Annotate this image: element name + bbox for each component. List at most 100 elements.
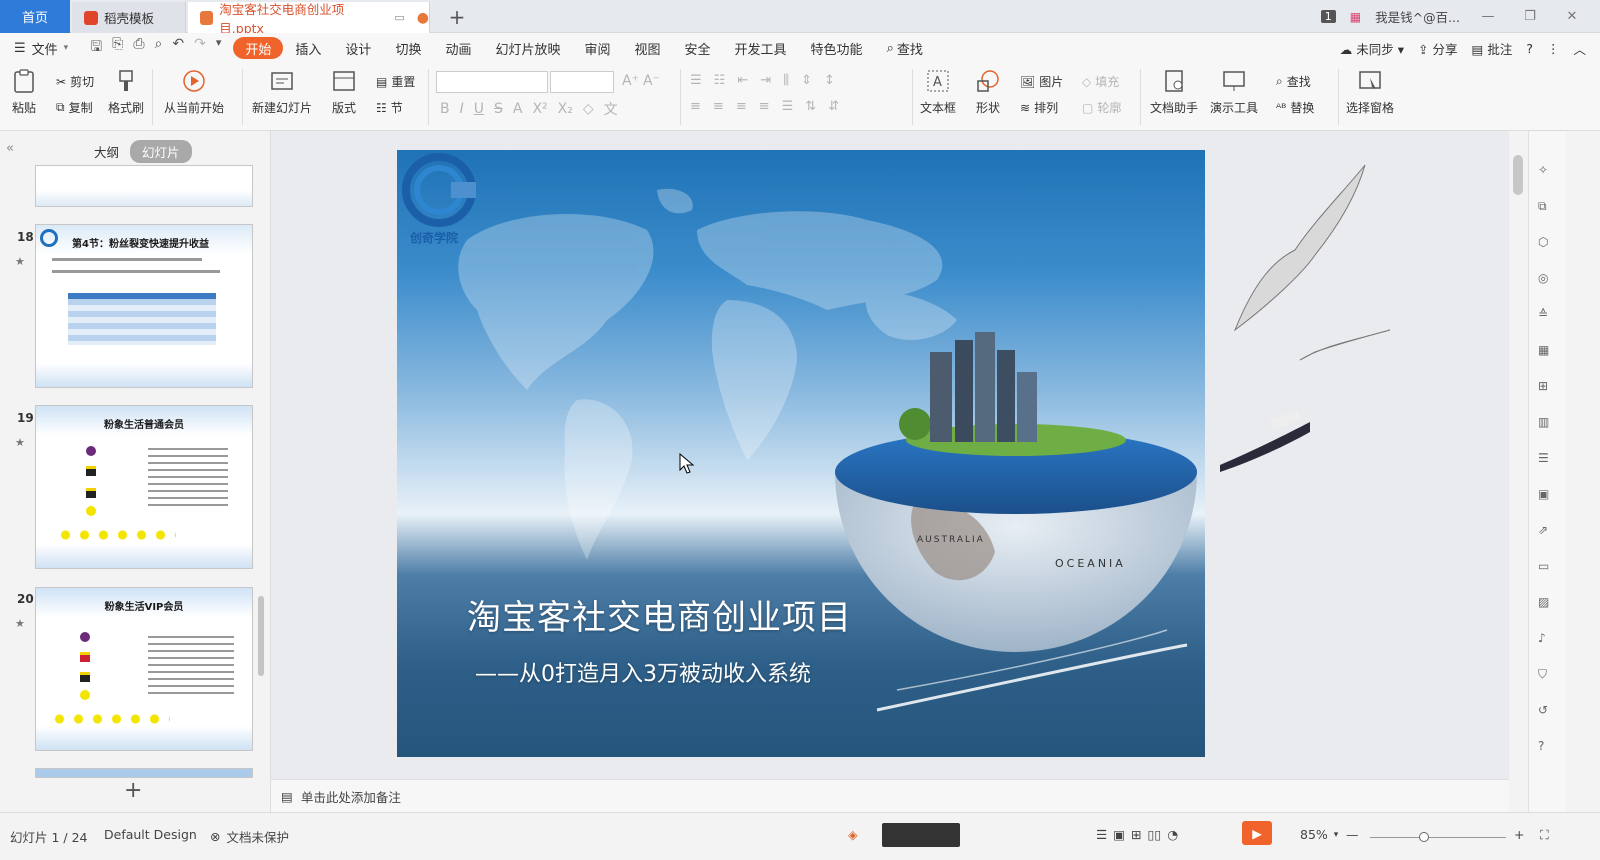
reset-button[interactable]: ▤ 重置 (376, 73, 415, 90)
outline-button[interactable]: ▢ 轮廓 (1082, 99, 1121, 116)
notes-area[interactable]: ▤ 单击此处添加备注 (271, 779, 1509, 812)
audio-icon[interactable]: ♪ (1538, 631, 1558, 651)
bold-icon[interactable]: B (440, 101, 450, 117)
slide-subtitle[interactable]: ——从0打造月入3万被动收入系统 (475, 656, 811, 688)
line-spacing-icon[interactable]: ↕ (824, 73, 835, 88)
tab-outline[interactable]: 大纲 (82, 140, 131, 163)
justify-icon[interactable]: ≡ (759, 99, 770, 114)
slide-thumbnail-21[interactable] (35, 768, 253, 778)
menu-item-security[interactable]: 安全 (673, 37, 723, 59)
chart-icon[interactable]: ▥ (1538, 415, 1558, 435)
picture-button[interactable]: 🖼 图片 (1020, 73, 1063, 90)
phonetic-icon[interactable]: 文 (604, 99, 618, 119)
notes-toggle-icon[interactable]: ☰ (1096, 827, 1107, 842)
more-icon[interactable]: ⋮ (1547, 41, 1560, 56)
customize-icon[interactable]: ▾ (216, 36, 222, 60)
collapse-ribbon-icon[interactable]: ︿ (1573, 39, 1586, 58)
menu-item-developer[interactable]: 开发工具 (723, 37, 799, 59)
stack-icon[interactable]: ≙ (1538, 307, 1558, 327)
frame-icon[interactable]: ▭ (1538, 559, 1558, 579)
help-icon[interactable]: ? (1526, 41, 1533, 56)
para-spacing-icon[interactable]: ⇅ (805, 99, 816, 114)
arrange-button[interactable]: ≋ 排列 (1020, 99, 1058, 116)
fill-button[interactable]: ◇ 填充 (1082, 73, 1119, 90)
menu-search[interactable]: ⌕ 查找 (875, 37, 935, 59)
protect-status[interactable]: ⊗ 文档未保护 (210, 827, 289, 846)
history-icon[interactable]: ↺ (1538, 703, 1558, 723)
print-icon[interactable]: ⎙ (133, 36, 144, 60)
undo-icon[interactable]: ↶ (172, 36, 184, 60)
subscript-icon[interactable]: X₂ (558, 101, 573, 117)
cut-button[interactable]: ✂ 剪切 (56, 73, 94, 90)
slide-thumbnail-19[interactable]: 粉象生活普通会员 (35, 405, 253, 569)
bullets-icon[interactable]: ☰ (690, 73, 702, 88)
comment-button[interactable]: ▤ 批注 (1472, 39, 1513, 58)
help-circle-icon[interactable]: ? (1538, 739, 1558, 759)
strikethrough-icon[interactable]: S (494, 101, 503, 117)
italic-icon[interactable]: I (460, 101, 464, 117)
new-tab-button[interactable]: + (444, 4, 470, 30)
align-right-icon[interactable]: ≡ (736, 99, 747, 114)
zoom-slider[interactable] (1370, 837, 1506, 838)
slide-thumbnail-20[interactable]: 粉象生活VIP会员 (35, 587, 253, 751)
find-button[interactable]: ⌕ 查找 (1276, 73, 1311, 90)
layout-button[interactable]: 版式 (332, 69, 356, 116)
input-method-bar[interactable] (882, 823, 960, 847)
shield-icon[interactable]: ⛉ (1538, 667, 1558, 687)
image-icon[interactable]: ▣ (1538, 487, 1558, 507)
unsaved-dot-icon[interactable]: ● (417, 10, 429, 26)
slide-title[interactable]: 淘宝客社交电商创业项目 (467, 590, 852, 639)
format-painter-button[interactable]: 格式刷 (108, 69, 144, 116)
monitor-icon[interactable]: ▭ (394, 11, 404, 24)
copy-button[interactable]: ⧉ 复制 (56, 99, 93, 116)
list-spacing-icon[interactable]: ⇵ (828, 99, 839, 114)
paste-button[interactable]: 粘贴 (12, 69, 36, 116)
shrink-font-icon[interactable]: A⁻ (643, 73, 660, 89)
new-slide-button[interactable]: 新建幻灯片 (252, 69, 312, 116)
add-slide-button[interactable]: + (124, 778, 142, 803)
section-button[interactable]: ☷ 节 (376, 99, 403, 116)
doc-assistant-button[interactable]: 文档助手 (1150, 69, 1198, 116)
export-icon[interactable]: ⎘ (112, 36, 123, 60)
wps-cloud-icon[interactable]: ◈ (848, 827, 858, 842)
redo-icon[interactable]: ↷ (194, 36, 206, 60)
underline-icon[interactable]: U (474, 101, 484, 117)
preview-icon[interactable]: ⌕ (155, 36, 163, 60)
textbox-button[interactable]: A 文本框 (920, 69, 956, 116)
share-out-icon[interactable]: ⇗ (1538, 523, 1558, 543)
sorter-view-icon[interactable]: ⊞ (1131, 827, 1141, 842)
minimize-icon[interactable]: — (1474, 9, 1502, 24)
picture-icon[interactable]: ▨ (1538, 595, 1558, 615)
account-icon[interactable]: ▦ (1350, 10, 1361, 24)
layers-icon[interactable]: ⧉ (1538, 199, 1558, 219)
slide-thumbnail-17[interactable] (35, 165, 253, 207)
menu-item-view[interactable]: 视图 (623, 37, 673, 59)
replace-button[interactable]: ᴬᴮ 替换 (1276, 99, 1314, 116)
superscript-icon[interactable]: X² (532, 101, 547, 117)
table-icon[interactable]: ▦ (1538, 343, 1558, 363)
zoom-level[interactable]: 85% ▾ (1300, 827, 1338, 842)
align-left-icon[interactable]: ≡ (690, 99, 701, 114)
restore-icon[interactable]: ❐ (1516, 9, 1544, 24)
decrease-indent-icon[interactable]: ⇤ (737, 73, 748, 88)
zoom-slider-handle[interactable] (1419, 832, 1429, 842)
current-slide[interactable]: 创奇学院 OCEANIA AUSTRALIA 淘宝客社交电商创业项目 ——从0打… (397, 150, 1205, 757)
tab-home[interactable]: 首页 (0, 0, 70, 33)
font-color-icon[interactable]: A (513, 101, 523, 117)
location-icon[interactable]: ◎ (1538, 271, 1558, 291)
font-size-select[interactable] (550, 71, 614, 93)
shape-button[interactable]: 形状 (976, 69, 1000, 116)
play-slideshow-icon[interactable]: ▶ (1242, 821, 1272, 845)
save-icon[interactable]: 🖫 (90, 36, 102, 60)
close-icon[interactable]: ✕ (1558, 9, 1586, 24)
sliders-icon[interactable]: ☰ (1538, 451, 1558, 471)
columns-icon[interactable]: ⫼ (783, 73, 789, 88)
align-center-icon[interactable]: ≡ (713, 99, 724, 114)
collapse-panel-icon[interactable]: « (6, 141, 14, 156)
protection-view-icon[interactable]: ◔ (1167, 827, 1178, 842)
distribute-icon[interactable]: ☰ (782, 99, 794, 114)
sync-button[interactable]: ☁ 未同步 ▾ (1340, 39, 1404, 58)
canvas-scrollbar[interactable] (1511, 131, 1527, 812)
canvas-scroll-thumb[interactable] (1513, 155, 1523, 195)
menu-item-transition[interactable]: 切换 (383, 37, 433, 59)
